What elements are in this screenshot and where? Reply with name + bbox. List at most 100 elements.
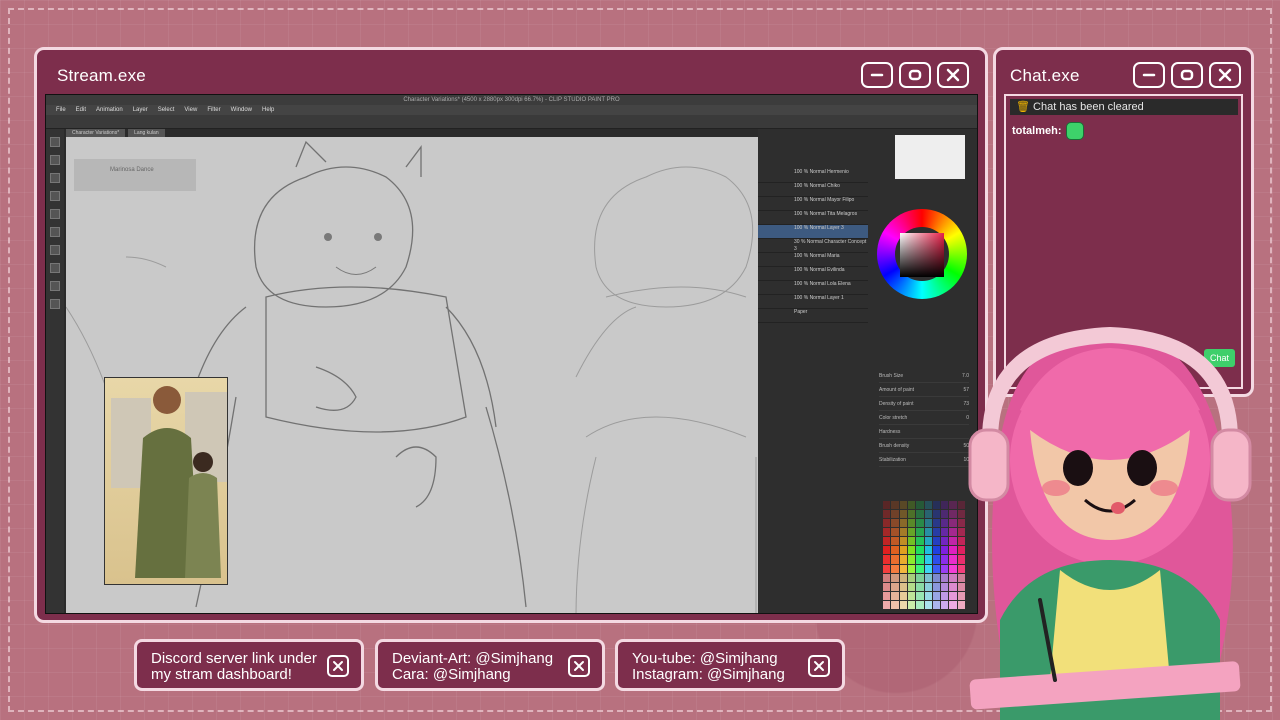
- color-swatch[interactable]: [916, 528, 924, 537]
- tab-character-variations[interactable]: Character Variations*: [66, 129, 126, 137]
- color-swatch[interactable]: [899, 564, 907, 573]
- drawing-canvas[interactable]: Marinosa Dance: [66, 137, 758, 613]
- menu-view[interactable]: View: [184, 105, 197, 115]
- color-swatch[interactable]: [941, 564, 949, 573]
- color-swatch[interactable]: [932, 510, 941, 519]
- color-swatch[interactable]: [907, 591, 916, 600]
- color-swatch[interactable]: [924, 555, 932, 564]
- color-swatch[interactable]: [924, 519, 932, 528]
- color-swatch[interactable]: [899, 537, 907, 546]
- color-swatch[interactable]: [891, 501, 899, 510]
- color-swatch[interactable]: [891, 510, 899, 519]
- color-swatch[interactable]: [949, 600, 957, 609]
- color-swatch[interactable]: [941, 555, 949, 564]
- prop-brush-size[interactable]: Brush Size 7.0: [879, 369, 969, 383]
- color-swatch[interactable]: [916, 564, 924, 573]
- color-swatch[interactable]: [924, 600, 932, 609]
- menu-select[interactable]: Select: [158, 105, 175, 115]
- color-swatch[interactable]: [883, 510, 891, 519]
- color-swatch[interactable]: [899, 582, 907, 591]
- color-swatch[interactable]: [924, 528, 932, 537]
- prop-color-stretch[interactable]: Color stretch 0: [879, 411, 969, 425]
- layer-row[interactable]: 100 % Normal Hermenio: [758, 169, 868, 183]
- color-swatch[interactable]: [941, 528, 949, 537]
- color-swatch[interactable]: [883, 564, 891, 573]
- color-swatch[interactable]: [907, 582, 916, 591]
- color-swatch[interactable]: [932, 546, 941, 555]
- layer-row[interactable]: 100 % Normal Evilinda: [758, 267, 868, 281]
- color-swatch[interactable]: [883, 582, 891, 591]
- color-swatch[interactable]: [916, 582, 924, 591]
- color-swatch[interactable]: [932, 501, 941, 510]
- color-swatch[interactable]: [949, 528, 957, 537]
- color-swatch[interactable]: [907, 564, 916, 573]
- prop-stabilization[interactable]: Stabilization 10: [879, 453, 969, 467]
- color-swatch[interactable]: [949, 582, 957, 591]
- color-swatch[interactable]: [949, 501, 957, 510]
- color-swatch[interactable]: [891, 600, 899, 609]
- color-swatch[interactable]: [949, 564, 957, 573]
- minimize-button[interactable]: [861, 62, 893, 88]
- color-swatch[interactable]: [916, 546, 924, 555]
- color-swatch[interactable]: [949, 510, 957, 519]
- color-swatch[interactable]: [907, 600, 916, 609]
- color-swatch[interactable]: [907, 510, 916, 519]
- close-button[interactable]: [937, 62, 969, 88]
- color-swatch[interactable]: [891, 591, 899, 600]
- color-swatch[interactable]: [941, 501, 949, 510]
- color-swatch[interactable]: [891, 555, 899, 564]
- color-swatch[interactable]: [924, 582, 932, 591]
- color-swatch[interactable]: [949, 591, 957, 600]
- color-swatch[interactable]: [924, 546, 932, 555]
- color-swatch[interactable]: [932, 555, 941, 564]
- menu-edit[interactable]: Edit: [76, 105, 86, 115]
- minimize-button[interactable]: [1133, 62, 1165, 88]
- color-history-palette[interactable]: [883, 501, 965, 609]
- layer-row-selected[interactable]: 100 % Normal Layer 3: [758, 225, 868, 239]
- menu-layer[interactable]: Layer: [133, 105, 148, 115]
- color-swatch[interactable]: [941, 600, 949, 609]
- color-swatch[interactable]: [899, 591, 907, 600]
- color-swatch[interactable]: [941, 510, 949, 519]
- tool-icon[interactable]: [50, 209, 60, 219]
- color-swatch[interactable]: [883, 501, 891, 510]
- prop-brush-density[interactable]: Brush density 50: [879, 439, 969, 453]
- color-swatch[interactable]: [916, 519, 924, 528]
- color-swatch[interactable]: [932, 537, 941, 546]
- color-swatch[interactable]: [899, 519, 907, 528]
- color-swatch[interactable]: [891, 573, 899, 582]
- color-swatch[interactable]: [949, 537, 957, 546]
- color-swatch[interactable]: [907, 501, 916, 510]
- color-swatch[interactable]: [941, 573, 949, 582]
- color-swatch[interactable]: [916, 501, 924, 510]
- close-button[interactable]: [1209, 62, 1241, 88]
- menu-window[interactable]: Window: [231, 105, 252, 115]
- menu-animation[interactable]: Animation: [96, 105, 123, 115]
- color-swatch[interactable]: [907, 528, 916, 537]
- color-swatch[interactable]: [891, 582, 899, 591]
- color-swatch[interactable]: [941, 519, 949, 528]
- color-swatch[interactable]: [932, 600, 941, 609]
- close-icon[interactable]: [568, 655, 590, 677]
- close-icon[interactable]: [327, 655, 349, 677]
- maximize-button[interactable]: [899, 62, 931, 88]
- color-swatch[interactable]: [916, 537, 924, 546]
- color-swatch[interactable]: [916, 510, 924, 519]
- tool-icon[interactable]: [50, 281, 60, 291]
- color-swatch[interactable]: [899, 501, 907, 510]
- menu-file[interactable]: File: [56, 105, 66, 115]
- layer-row[interactable]: 100 % Normal Tita Melagros: [758, 211, 868, 225]
- color-swatch[interactable]: [932, 564, 941, 573]
- layer-row[interactable]: 100 % Normal Lola Elena: [758, 281, 868, 295]
- menu-help[interactable]: Help: [262, 105, 274, 115]
- color-swatch[interactable]: [907, 519, 916, 528]
- tool-icon[interactable]: [50, 245, 60, 255]
- color-swatch[interactable]: [941, 582, 949, 591]
- color-swatch[interactable]: [916, 591, 924, 600]
- color-swatch[interactable]: [924, 501, 932, 510]
- color-swatch[interactable]: [924, 510, 932, 519]
- color-swatch[interactable]: [941, 537, 949, 546]
- color-swatch[interactable]: [907, 546, 916, 555]
- color-swatch[interactable]: [932, 519, 941, 528]
- layer-row[interactable]: 30 % Normal Character Concept 3: [758, 239, 868, 253]
